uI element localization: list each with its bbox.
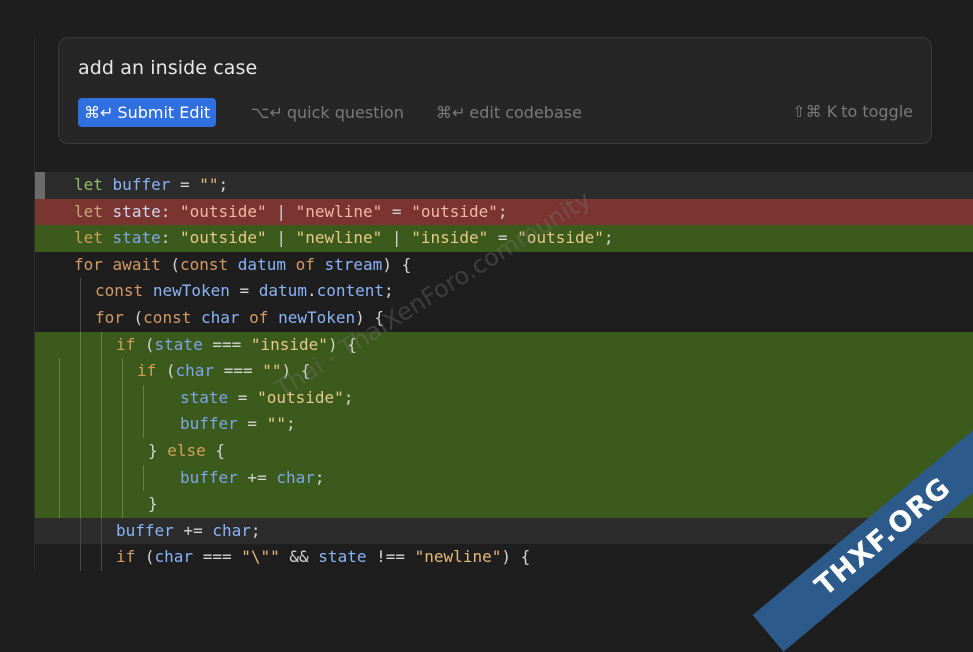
toggle-hint-label: to toggle xyxy=(841,102,913,121)
shift-cmd-icon: ⇧⌘ K xyxy=(792,102,838,121)
code-line: const newToken = datum.content; xyxy=(35,278,973,305)
quick-question-label: quick question xyxy=(286,103,404,122)
code-line-added: let state: "outside" | "newline" | "insi… xyxy=(35,225,973,252)
code-line-added: if (state === "inside") { xyxy=(35,331,973,359)
quick-question-button[interactable]: ⌥↵ quick question xyxy=(251,98,404,127)
option-enter-icon: ⌥↵ xyxy=(251,103,283,122)
code-line-added: state = "outside"; xyxy=(35,384,973,412)
cursor-marker xyxy=(35,172,45,199)
code-line-added: if (char === "") { xyxy=(35,358,973,385)
submit-edit-label: Submit Edit xyxy=(117,103,211,122)
edit-codebase-button[interactable]: ⌘↵ edit codebase xyxy=(436,98,582,127)
edit-codebase-label: edit codebase xyxy=(469,103,582,122)
code-line: let buffer = ""; xyxy=(35,172,973,199)
code-line-removed: let state: "outside" | "newline" = "outs… xyxy=(35,198,973,226)
code-line: for await (const datum of stream) { xyxy=(74,254,412,274)
code-line: for (const char of newToken) { xyxy=(35,304,973,332)
code-line-added: buffer += char; xyxy=(35,464,973,492)
code-line-added: buffer = ""; xyxy=(35,411,973,438)
code-line-added: } xyxy=(35,491,973,518)
code-editor[interactable]: let buffer = ""; let state: "outside" | … xyxy=(35,172,973,571)
code-line-added: } else { xyxy=(35,437,973,465)
toggle-hint: ⇧⌘ K to toggle xyxy=(792,102,913,121)
code-line: buffer += char; xyxy=(35,517,973,545)
submit-edit-button[interactable]: ⌘↵ Submit Edit xyxy=(78,98,217,127)
edit-prompt-panel: add an inside case ⌘↵ Submit Edit ⌥↵ qui… xyxy=(58,37,932,144)
prompt-input[interactable]: add an inside case xyxy=(78,57,257,79)
cmd-enter-icon: ⌘↵ xyxy=(84,103,114,122)
cmd-enter-icon: ⌘↵ xyxy=(436,103,466,122)
